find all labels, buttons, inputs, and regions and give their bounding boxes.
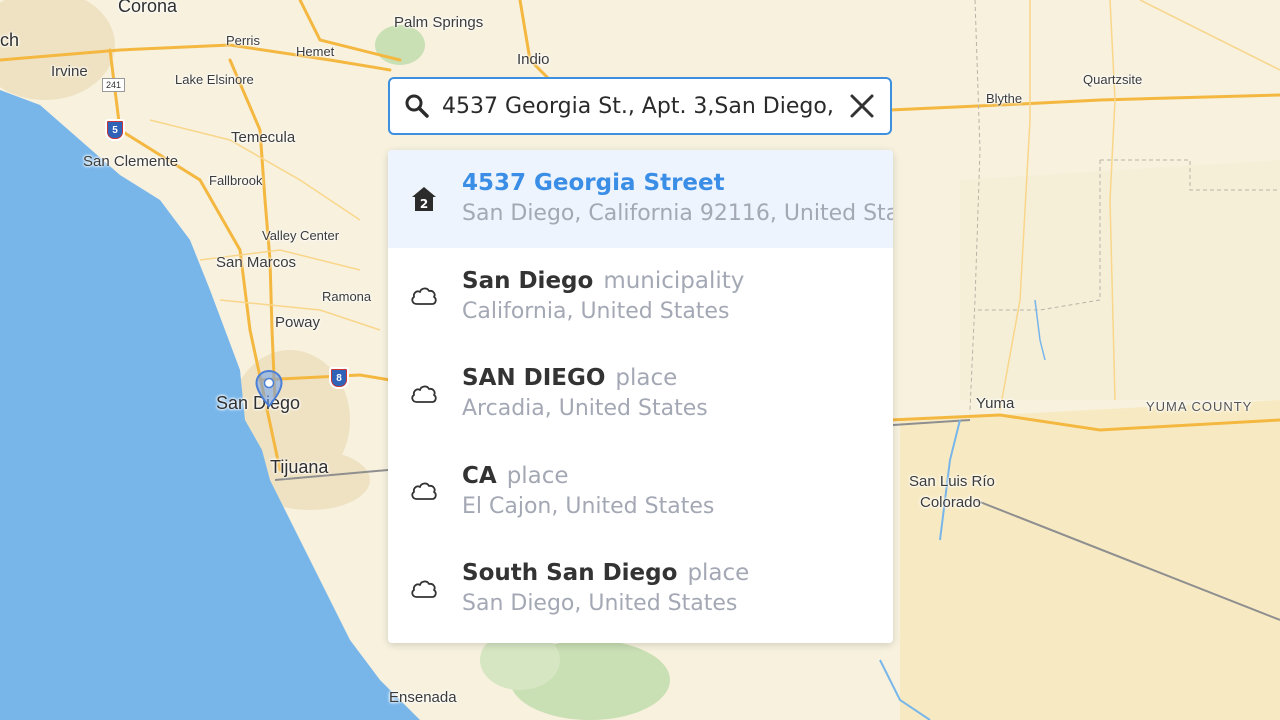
suggestion-kind: place [506,462,569,489]
clear-search-button[interactable] [842,86,882,126]
map-label-corona: Corona [118,0,178,16]
suggestion-item[interactable]: SAN DIEGO place Arcadia, United States [388,345,893,443]
suggestion-kind: municipality [603,267,745,294]
suggestion-detail: El Cajon, United States [462,493,715,519]
map-label-san-luis-rio: San Luis Río [909,473,995,490]
map-label-lake-elsinore: Lake Elsinore [175,72,254,87]
suggestion-item[interactable]: San Diego municipality California, United… [388,248,893,346]
suggestion-name: SAN DIEGO [462,365,606,391]
cloud-icon [408,573,440,605]
map-label-yuma: Yuma [976,395,1015,412]
suggestion-kind: place [615,365,678,391]
map-label-tijuana: Tijuana [270,457,329,477]
interstate-5-shield: 5 [105,119,125,141]
suggestion-item[interactable]: CA place El Cajon, United States [388,443,893,541]
map-label-temecula: Temecula [231,129,296,146]
map-label-san-clemente: San Clemente [83,153,179,170]
map-label-valley-center: Valley Center [262,228,340,243]
suggestion-item[interactable]: South San Diego place San Diego, United S… [388,540,893,638]
map-label-ramona: Ramona [322,289,372,304]
map-label-san-marcos: San Marcos [216,254,297,271]
close-icon [850,94,874,118]
map-label-poway: Poway [275,314,321,331]
house-icon: 2 [408,183,440,215]
route-241-shield: 241 [102,78,126,92]
map-label-colorado: Colorado [920,494,981,511]
suggestion-item[interactable]: 2 4537 Georgia Street San Diego, Califor… [388,150,893,248]
interstate-8-shield: 8 [329,367,349,389]
suggestion-kind: place [687,560,750,586]
search-icon [402,91,432,121]
suggestion-detail: Arcadia, United States [462,396,708,421]
cloud-icon [408,280,440,312]
search-box[interactable] [388,77,892,135]
map-label-ensenada: Ensenada [389,689,457,706]
map-label-blythe: Blythe [986,91,1023,106]
suggestion-name: CA [462,462,497,489]
suggestion-detail: California, United States [462,298,730,324]
map-label-quartzsite: Quartzsite [1083,72,1143,87]
map-label-perris: Perris [226,33,260,48]
suggestion-name: South San Diego [462,560,678,586]
map-label-yuma-county: YUMA COUNTY [1146,399,1253,414]
location-pin-icon[interactable] [255,370,283,408]
suggestion-name: 4537 Georgia Street [462,170,725,196]
map-label-palm-springs: Palm Springs [394,14,484,31]
suggestion-detail: San Diego, California 92116, United Stat… [462,201,893,226]
map-label-hemet: Hemet [296,44,335,59]
suggestion-detail: San Diego, United States [462,591,738,616]
suggestion-name: San Diego [462,267,594,294]
cloud-icon [408,475,440,507]
map-label-fallbrook: Fallbrook [209,173,263,188]
cloud-icon [408,378,440,410]
suggestions-list: 2 4537 Georgia Street San Diego, Califor… [388,150,893,643]
map-label-ch: ch [0,30,20,50]
map-label-indio: Indio [517,51,550,68]
map-label-irvine: Irvine [51,63,88,80]
search-input[interactable] [432,86,842,126]
svg-text:2: 2 [420,197,428,211]
